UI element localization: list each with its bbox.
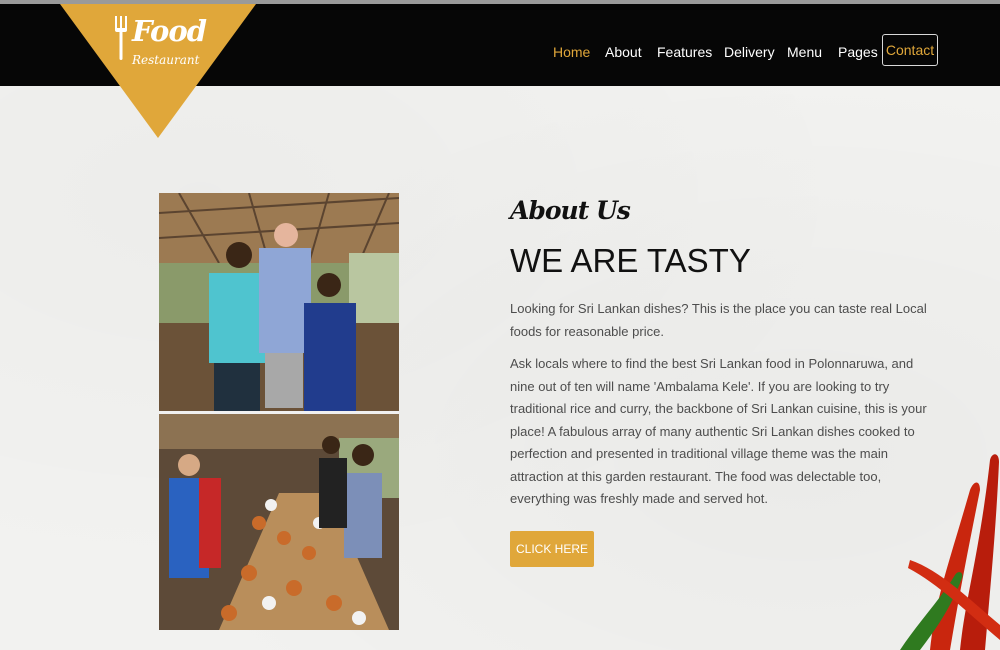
nav-pages[interactable]: Pages — [838, 44, 878, 60]
photo-illustration — [159, 193, 399, 630]
fork-icon — [115, 16, 127, 60]
nav-delivery[interactable]: Delivery — [724, 44, 775, 60]
logo[interactable]: Food Restaurant — [60, 4, 256, 138]
restaurant-photo — [159, 193, 399, 630]
nav-contact-button[interactable]: Contact — [882, 34, 938, 66]
nav-home[interactable]: Home — [553, 44, 590, 60]
nav-features[interactable]: Features — [657, 44, 712, 60]
chili-peppers-decoration — [900, 454, 1000, 650]
about-paragraph-1: Looking for Sri Lankan dishes? This is t… — [510, 301, 927, 339]
nav-about[interactable]: About — [605, 44, 642, 60]
about-us-script-title: About Us — [510, 196, 631, 225]
nav-menu[interactable]: Menu — [787, 44, 822, 60]
logo-text-food: Food — [132, 14, 207, 48]
logo-text-restaurant: Restaurant — [132, 53, 200, 67]
click-here-button[interactable]: CLICK HERE — [510, 531, 594, 567]
page-headline: WE ARE TASTY — [510, 242, 751, 279]
about-paragraph-2: Ask locals where to find the best Sri La… — [510, 356, 927, 506]
